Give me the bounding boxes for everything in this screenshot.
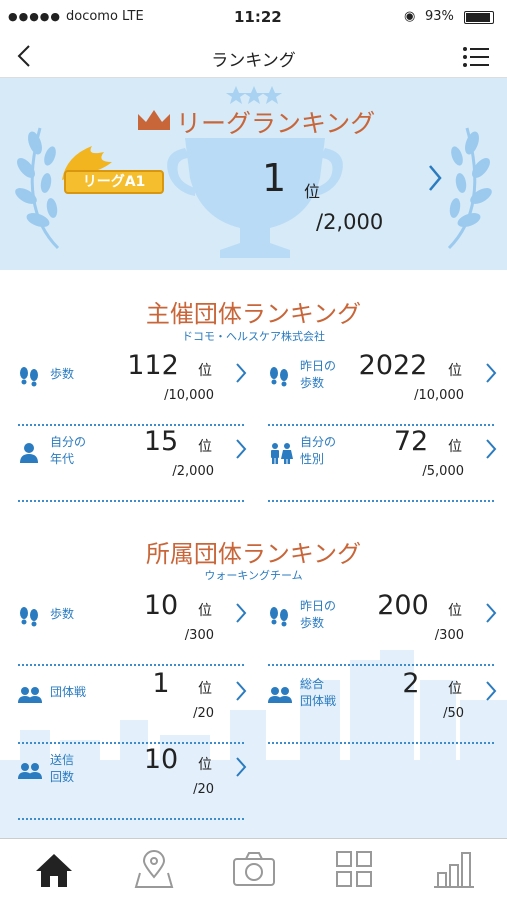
chevron-right-icon[interactable]	[484, 680, 498, 702]
footprints-icon	[268, 366, 290, 388]
chevron-right-icon[interactable]	[234, 680, 248, 702]
chevron-right-icon[interactable]	[234, 756, 248, 778]
rank-total: /300	[184, 628, 214, 643]
crown-icon	[138, 110, 170, 130]
rank-value: 2022	[358, 350, 428, 381]
rank-total: /20	[193, 706, 214, 721]
rank-value: 72	[393, 426, 429, 457]
rank-total: /50	[443, 706, 464, 721]
footprints-icon	[18, 366, 40, 388]
rank-unit: 位	[198, 603, 212, 619]
league-rank: 1	[262, 156, 287, 200]
bar-chart-icon[interactable]	[432, 849, 476, 889]
member-section-subtitle: ウォーキングチーム	[204, 569, 303, 582]
group-icon	[268, 684, 292, 706]
ranking-cell[interactable]: 昨日の 歩数 2022 位/10,000	[268, 350, 497, 426]
rank-unit: 位	[448, 363, 462, 379]
carrier-label: docomo LTE	[66, 9, 144, 24]
rank-unit: 位	[198, 681, 212, 697]
league-total: /2,000	[316, 210, 384, 234]
league-ranking-card[interactable]: リーグランキング リーグA1 1 位 /2,000	[0, 78, 507, 270]
ranking-cell[interactable]: 送信 回数 10 位/20	[18, 744, 247, 820]
rank-total: /10,000	[164, 388, 214, 403]
person-icon	[18, 442, 40, 464]
rank-value: 112	[127, 350, 179, 381]
rank-unit: 位	[448, 603, 462, 619]
camera-icon[interactable]	[232, 849, 276, 889]
chevron-right-icon[interactable]	[484, 362, 498, 384]
rank-unit: 位	[198, 439, 212, 455]
status-bar: ●●●●● docomo LTE 11:22 ◉ 93%	[0, 0, 507, 34]
ranking-cell[interactable]: 自分の 年代 15 位/2,000	[18, 426, 247, 502]
rank-value: 10	[143, 744, 179, 775]
cell-label: 歩数	[50, 367, 75, 381]
cell-label: 昨日の 歩数	[300, 599, 337, 630]
nav-bar: ランキング	[0, 34, 507, 78]
ranking-cell[interactable]: 歩数 112 位/10,000	[18, 350, 247, 426]
chevron-right-icon[interactable]	[234, 362, 248, 384]
chevron-right-icon[interactable]	[484, 602, 498, 624]
signal-icon: ●●●●●	[8, 10, 61, 23]
laurel-right-icon	[447, 127, 492, 250]
chevron-right-icon[interactable]	[234, 438, 248, 460]
map-pin-icon[interactable]	[132, 849, 176, 889]
ranking-cell[interactable]: 団体戦 1 位/20	[18, 668, 247, 744]
ranking-cell[interactable]: 歩数 10 位/300	[18, 590, 247, 666]
rank-value: 200	[377, 590, 429, 621]
host-section-subtitle: ドコモ・ヘルスケア株式会社	[182, 330, 325, 343]
cell-label: 自分の 年代	[50, 435, 87, 466]
home-icon[interactable]	[32, 849, 76, 889]
rank-value: 10	[143, 590, 179, 621]
footprints-icon	[268, 606, 290, 628]
lock-rotation-icon: ◉	[404, 9, 416, 24]
footprints-icon	[18, 606, 40, 628]
cell-label: 団体戦	[50, 685, 87, 699]
cell-label: 歩数	[50, 607, 75, 621]
gender-icon	[268, 442, 293, 464]
grid-icon[interactable]	[332, 849, 376, 889]
rank-unit: 位	[198, 363, 212, 379]
clock: 11:22	[234, 8, 282, 26]
ranking-cell[interactable]: 昨日の 歩数 200 位/300	[268, 590, 497, 666]
rank-unit: 位	[448, 439, 462, 455]
rank-value: 2	[402, 668, 420, 699]
group-icon	[18, 684, 42, 706]
cell-label: 送信 回数	[50, 753, 75, 784]
rank-value: 1	[152, 668, 170, 699]
ranking-cell[interactable]: 総合 団体戦 2 位/50	[268, 668, 497, 744]
cell-label: 総合 団体戦	[300, 677, 337, 708]
group-icon	[18, 760, 42, 782]
host-section-title: 主催団体ランキング	[145, 300, 362, 328]
league-rank-unit: 位	[304, 182, 321, 201]
league-badge: リーグA1	[64, 170, 164, 194]
rank-unit: 位	[198, 757, 212, 773]
chevron-right-icon[interactable]	[234, 602, 248, 624]
rank-total: /20	[193, 782, 214, 797]
rank-value: 15	[143, 426, 179, 457]
page-title: ランキング	[211, 51, 296, 71]
chevron-right-icon[interactable]	[484, 438, 498, 460]
cell-label: 昨日の 歩数	[300, 359, 337, 390]
battery-icon	[464, 11, 494, 24]
battery-percent: 93%	[425, 9, 454, 24]
chevron-right-icon[interactable]	[427, 164, 443, 192]
tab-bar	[0, 838, 507, 900]
cell-label: 自分の 性別	[300, 435, 337, 466]
rank-total: /5,000	[422, 464, 464, 479]
member-section-title: 所属団体ランキング	[145, 540, 362, 568]
ranking-cell[interactable]: 自分の 性別 72 位/5,000	[268, 426, 497, 502]
rank-total: /2,000	[172, 464, 214, 479]
rank-total: /300	[434, 628, 464, 643]
menu-icon[interactable]	[462, 46, 490, 68]
rank-unit: 位	[448, 681, 462, 697]
league-title: リーグランキング	[176, 109, 376, 138]
rank-total: /10,000	[414, 388, 464, 403]
